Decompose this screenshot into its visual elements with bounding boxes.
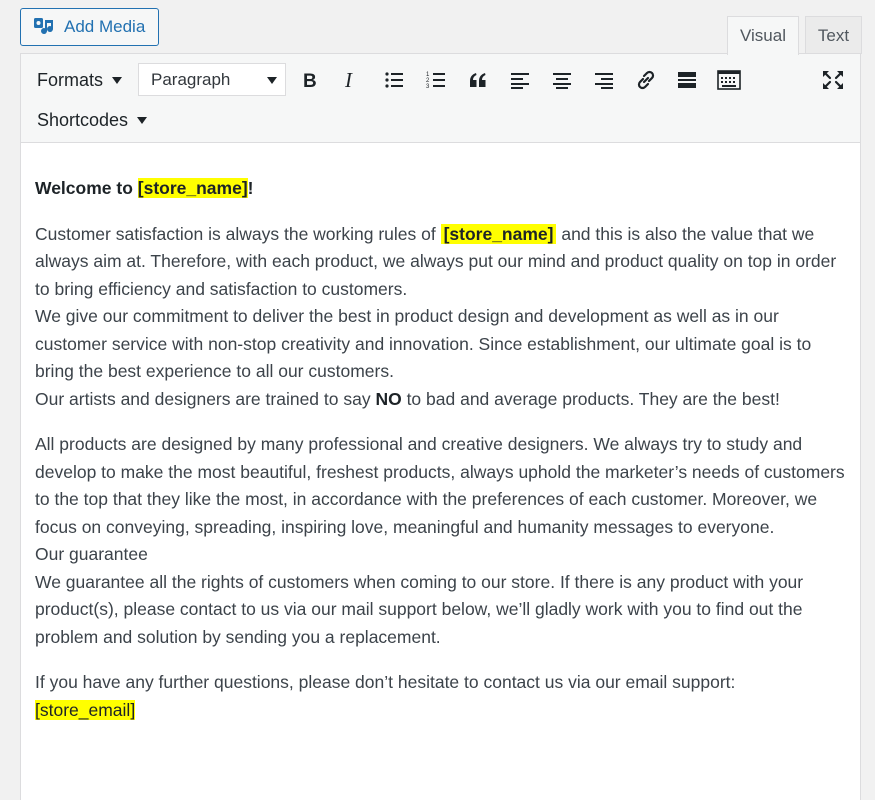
shortcodes-label: Shortcodes	[37, 109, 129, 130]
editor-content[interactable]: Welcome to [store_name]! Customer satisf…	[21, 143, 860, 724]
p1-text-d2: to bad and average products. They are th…	[401, 388, 780, 409]
align-left-icon	[511, 73, 529, 89]
store-name-tag: [store_name]	[440, 223, 557, 244]
fullscreen-button[interactable]	[818, 66, 848, 94]
editor: Formats Paragraph B I 1 2 3 Shortcodes W…	[20, 53, 861, 800]
p2-text-a: All products are designed by many profes…	[35, 434, 845, 537]
p3-text-a: If you have any further questions, pleas…	[35, 672, 736, 692]
p1-text-d1: Our artists and designers are trained to…	[35, 388, 376, 409]
insert-link-button[interactable]	[631, 66, 661, 94]
toolbar-toggle-button[interactable]	[714, 66, 744, 94]
insert-link-icon	[637, 70, 655, 90]
fullscreen-icon	[823, 71, 843, 89]
paragraph-2: All products are designed by many profes…	[35, 431, 846, 651]
formats-label: Formats	[37, 69, 104, 90]
p2-text-b: Our guarantee	[35, 544, 148, 564]
p1-text-c: We give our commitment to deliver the be…	[35, 306, 812, 381]
bulleted-list-icon	[385, 72, 403, 88]
numbered-list-icon: 1 2 3	[426, 72, 445, 89]
paragraph-3: If you have any further questions, pleas…	[35, 669, 846, 724]
bold-button[interactable]: B	[295, 66, 325, 94]
formats-dropdown[interactable]: Formats	[37, 64, 123, 96]
add-media-button[interactable]: Add Media	[20, 8, 159, 46]
italic-icon: I	[344, 70, 353, 90]
svg-text:3: 3	[426, 84, 430, 89]
blockquote-button[interactable]	[463, 66, 493, 94]
svg-text:I: I	[344, 70, 353, 90]
paragraph-value: Paragraph	[151, 69, 231, 89]
align-right-button[interactable]	[589, 66, 619, 94]
p1-bold-no: NO	[375, 388, 402, 409]
welcome-suffix: !	[247, 178, 254, 198]
align-right-icon	[595, 73, 613, 89]
p1-text-a: Customer satisfaction is always the work…	[35, 223, 441, 244]
italic-button[interactable]: I	[336, 66, 366, 94]
p2-text-c: We guarantee all the rights of customers…	[35, 571, 804, 647]
shortcodes-dropdown[interactable]: Shortcodes	[37, 104, 148, 136]
align-left-button[interactable]	[505, 66, 535, 94]
paragraph-1: Customer satisfaction is always the work…	[35, 221, 846, 414]
align-center-button[interactable]	[547, 66, 577, 94]
chevron-down-icon	[112, 76, 123, 84]
store-email-tag: [store_email]	[35, 699, 136, 720]
add-media-label: Add Media	[64, 17, 146, 36]
welcome-line: Welcome to [store_name]!	[35, 175, 846, 203]
numbered-list-button[interactable]: 1 2 3	[421, 66, 451, 94]
media-icon	[33, 16, 55, 38]
read-more-button[interactable]	[672, 66, 702, 94]
tab-visual[interactable]: Visual	[727, 16, 799, 55]
read-more-icon	[678, 72, 696, 88]
chevron-down-icon	[137, 116, 148, 124]
bold-icon: B	[303, 71, 317, 90]
chevron-down-icon	[267, 77, 277, 84]
paragraph-select[interactable]: Paragraph	[138, 63, 286, 96]
store-name-tag: [store_name]	[137, 178, 248, 198]
welcome-prefix: Welcome to	[35, 178, 138, 198]
bulleted-list-button[interactable]	[379, 66, 409, 94]
toolbar-toggle-icon	[717, 70, 741, 90]
align-center-icon	[553, 73, 571, 89]
svg-text:B: B	[303, 71, 317, 90]
blockquote-icon	[470, 73, 486, 87]
editor-toolbar: Formats Paragraph B I 1 2 3 Shortcodes	[21, 54, 860, 143]
tab-text[interactable]: Text	[805, 16, 862, 54]
